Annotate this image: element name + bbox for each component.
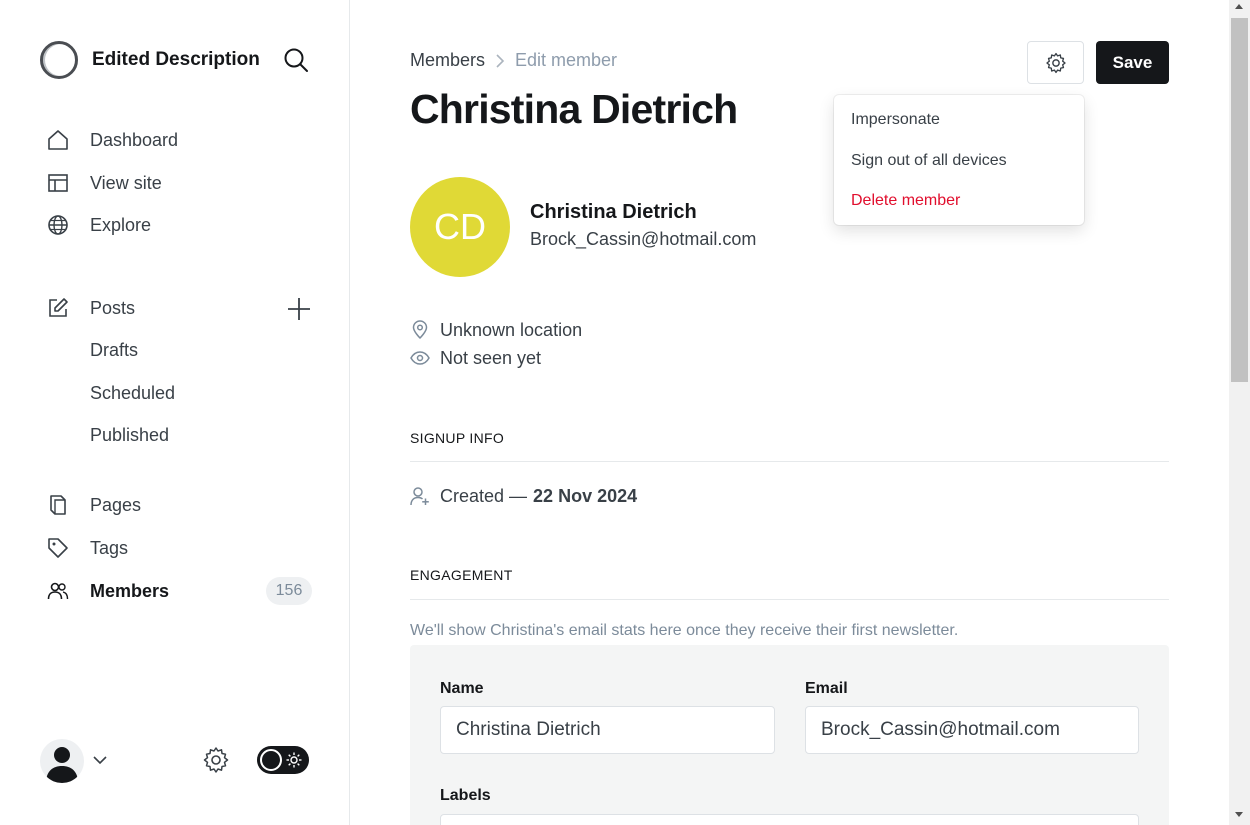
home-icon: [40, 128, 78, 152]
nav-view-site-label: View site: [90, 172, 162, 193]
member-form: Name Email Labels: [410, 645, 1169, 825]
name-label: Name: [440, 680, 484, 697]
labels-label: Labels: [440, 787, 491, 804]
gear-icon: [1045, 52, 1066, 73]
new-post-plus-icon[interactable]: [286, 296, 312, 322]
email-label: Email: [805, 680, 848, 697]
nav-dashboard-label: Dashboard: [90, 129, 179, 150]
menu-item-delete-member[interactable]: Delete member: [851, 192, 960, 210]
nav-members[interactable]: Members: [40, 574, 169, 608]
tag-icon: [40, 536, 78, 560]
scrollbar-thumb[interactable]: [1231, 18, 1248, 382]
eye-icon: [410, 351, 430, 365]
nav-pages[interactable]: Pages: [40, 488, 141, 522]
pages-icon: [40, 493, 78, 517]
nav-explore-label: Explore: [90, 214, 152, 235]
page-scrollbar[interactable]: [1229, 0, 1250, 825]
scroll-up-arrow-icon[interactable]: [1235, 4, 1243, 9]
nav-scheduled[interactable]: Scheduled: [90, 378, 175, 408]
member-last-seen-text: Not seen yet: [440, 347, 542, 368]
settings-gear-icon[interactable]: [202, 746, 230, 774]
globe-icon: [40, 213, 78, 237]
sun-icon: [286, 752, 302, 768]
nav-pages-label: Pages: [90, 494, 142, 515]
engagement-divider: [410, 599, 1169, 600]
created-prefix: Created —: [440, 485, 528, 506]
chevron-down-icon[interactable]: [92, 752, 108, 768]
breadcrumb: Members Edit member: [410, 50, 617, 71]
site-title: Edited Description: [92, 49, 260, 70]
user-avatar[interactable]: [40, 739, 84, 783]
nav-published[interactable]: Published: [90, 420, 169, 450]
signup-info-heading: SIGNUP INFO: [410, 430, 505, 446]
member-last-seen: Not seen yet: [410, 346, 541, 370]
layout-icon: [40, 171, 78, 195]
page-title: Christina Dietrich: [410, 86, 738, 132]
member-actions-menu: Impersonate Sign out of all devices Dele…: [834, 95, 1084, 225]
engagement-note: We'll show Christina's email stats here …: [410, 622, 959, 639]
breadcrumb-current: Edit member: [515, 50, 618, 70]
nav-drafts[interactable]: Drafts: [90, 335, 138, 365]
nav-tags-label: Tags: [90, 537, 129, 558]
toggle-knob: [260, 749, 282, 771]
sidebar: Edited Description Dashboard View site E…: [0, 0, 350, 825]
nav-dashboard[interactable]: Dashboard: [40, 123, 178, 157]
nav-tags[interactable]: Tags: [40, 531, 128, 565]
theme-toggle[interactable]: [257, 746, 309, 774]
save-button[interactable]: Save: [1096, 41, 1169, 84]
member-location: Unknown location: [410, 318, 582, 342]
menu-item-sign-out-all[interactable]: Sign out of all devices: [851, 152, 1007, 170]
edit-icon: [40, 296, 78, 320]
user-add-icon: [410, 487, 429, 506]
nav-posts-label: Posts: [90, 297, 136, 318]
scroll-down-arrow-icon[interactable]: [1235, 812, 1243, 817]
nav-posts[interactable]: Posts: [40, 291, 135, 325]
member-name: Christina Dietrich: [530, 201, 697, 223]
member-location-text: Unknown location: [440, 319, 583, 340]
site-logo-icon: [40, 41, 78, 79]
email-input[interactable]: [805, 706, 1139, 754]
member-actions-button[interactable]: [1027, 41, 1084, 84]
location-pin-icon: [412, 320, 428, 340]
nav-view-site[interactable]: View site: [40, 166, 162, 200]
chevron-right-icon: [496, 53, 505, 68]
member-avatar: CD: [410, 177, 510, 277]
name-input[interactable]: [440, 706, 775, 754]
nav-members-label: Members: [90, 580, 170, 601]
signup-divider: [410, 461, 1169, 462]
labels-input[interactable]: [440, 814, 1139, 825]
menu-item-impersonate[interactable]: Impersonate: [851, 111, 940, 129]
created-date: 22 Nov 2024: [533, 485, 638, 506]
member-email: Brock_Cassin@hotmail.com: [530, 229, 757, 249]
brand[interactable]: Edited Description: [40, 40, 260, 80]
users-icon: [40, 579, 78, 603]
search-icon[interactable]: [282, 46, 310, 74]
members-count-badge: 156: [266, 577, 312, 605]
nav-explore[interactable]: Explore: [40, 208, 151, 242]
created-row: Created — 22 Nov 2024: [410, 484, 637, 508]
engagement-heading: ENGAGEMENT: [410, 567, 513, 583]
breadcrumb-members-link[interactable]: Members: [410, 50, 485, 71]
